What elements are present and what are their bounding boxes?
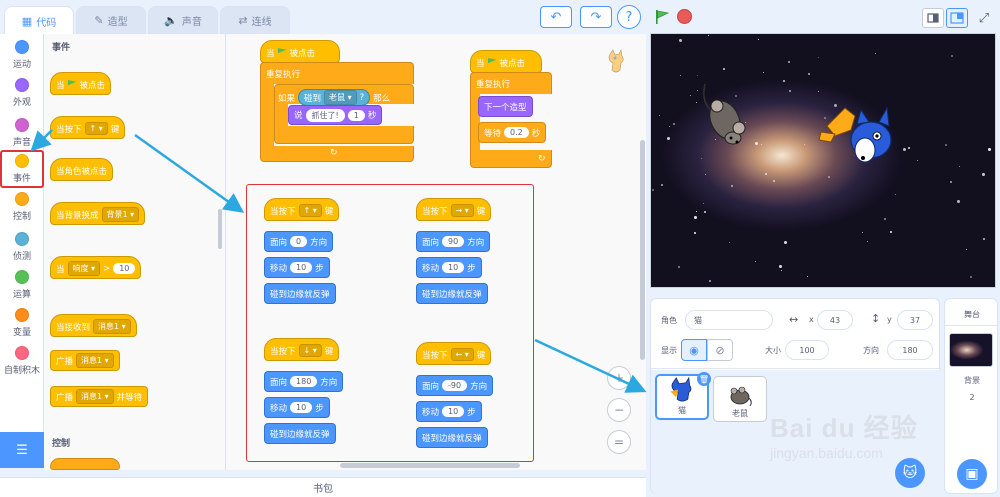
annotation-arrows — [30, 129, 647, 393]
arrow-to-events-category — [30, 129, 53, 152]
arrow-to-key-scripts — [134, 133, 245, 213]
arrow-to-sprite-cat — [534, 338, 647, 393]
